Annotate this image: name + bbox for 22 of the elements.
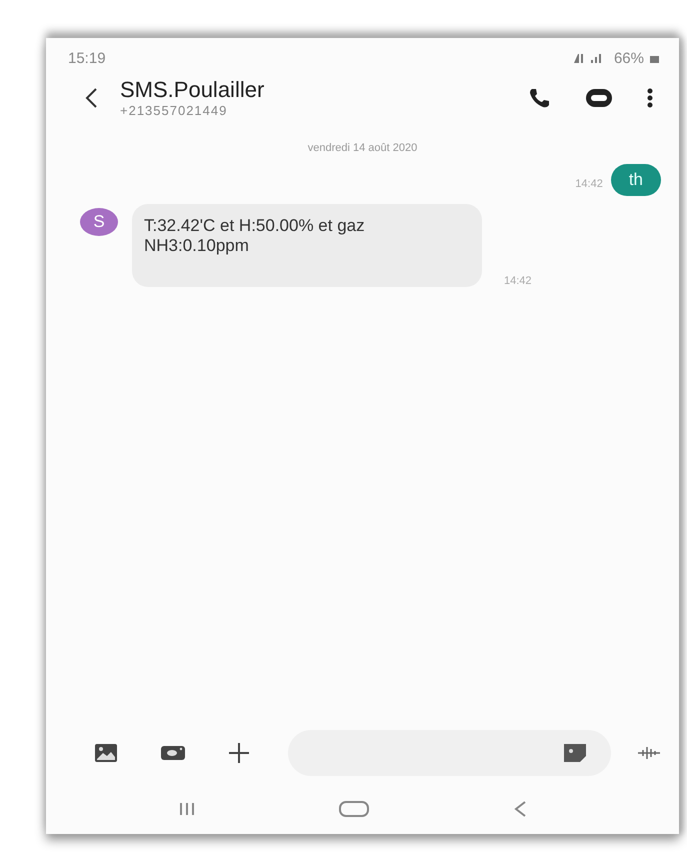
message-time: 14:42 [575, 178, 603, 190]
video-icon[interactable] [585, 86, 613, 108]
date-separator: vendredi 14 août 2020 [306, 142, 418, 154]
more-icon[interactable] [647, 86, 653, 108]
battery-level: 66% [614, 50, 644, 67]
message-time: 14:42 [504, 275, 532, 288]
received-message[interactable]: T:32.42'C et H:50.00% et gaz NH3:0.10ppm [132, 204, 482, 288]
camera-icon[interactable] [160, 744, 186, 762]
battery-icon [650, 54, 659, 62]
status-time: 15:19 [68, 50, 106, 67]
sent-message[interactable]: th [610, 164, 661, 196]
gallery-icon[interactable] [94, 743, 118, 763]
home-icon[interactable] [339, 801, 370, 817]
voice-icon[interactable] [637, 745, 661, 761]
contact-name: SMS.Poulailler [120, 77, 266, 103]
back-icon[interactable] [84, 86, 98, 108]
sticker-icon[interactable] [563, 743, 587, 763]
plus-icon[interactable] [228, 742, 250, 764]
contact-avatar[interactable]: S [80, 208, 118, 236]
message-input-field[interactable] [288, 730, 611, 776]
phone-number: +213557021449 [120, 103, 228, 118]
recent-apps-icon[interactable] [178, 802, 196, 816]
